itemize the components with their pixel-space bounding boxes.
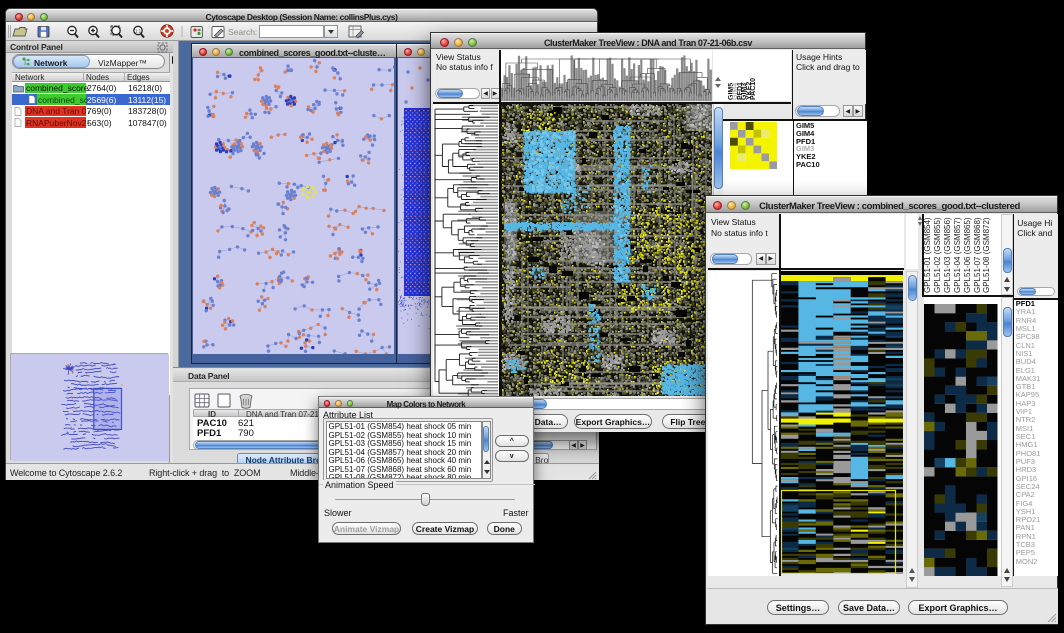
svg-text:1:1: 1:1 [135, 28, 142, 33]
